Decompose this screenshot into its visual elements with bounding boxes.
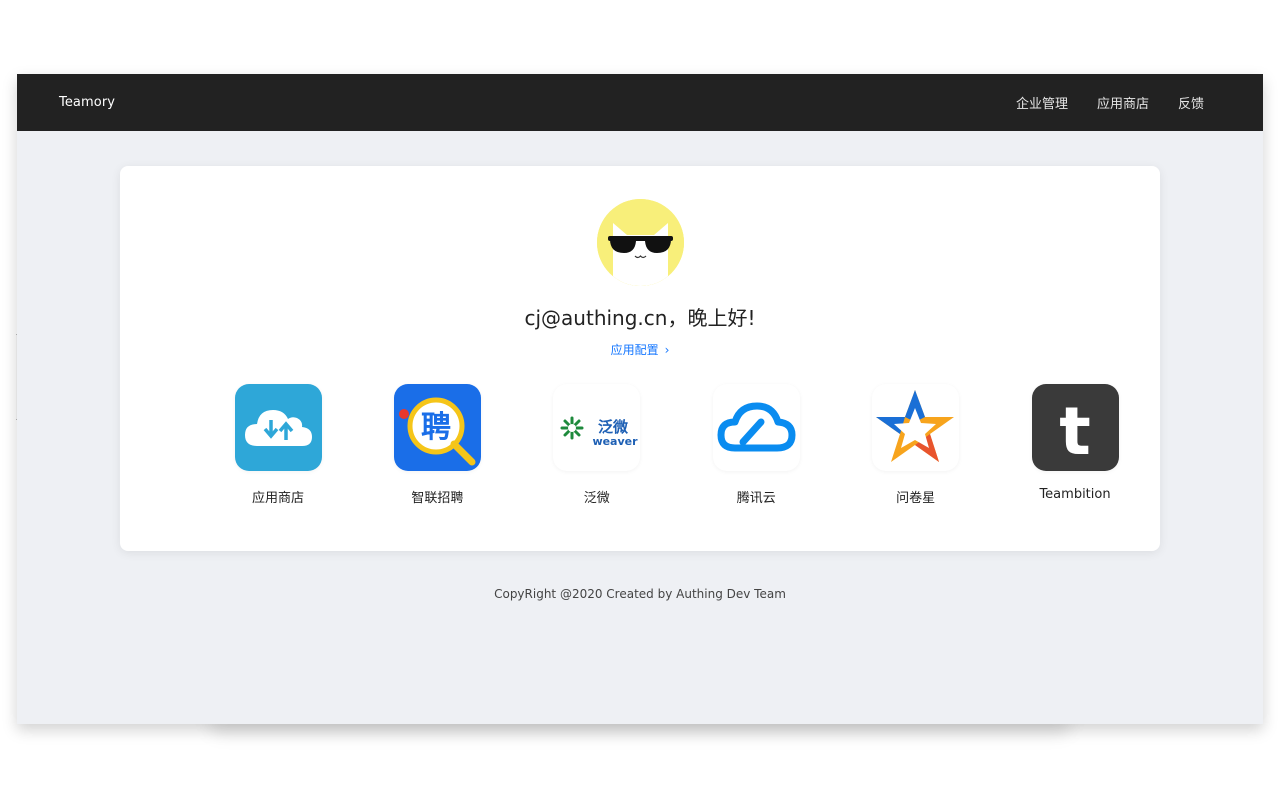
- svg-text:泛微: 泛微: [598, 418, 629, 436]
- app-label: Teambition: [1039, 487, 1111, 502]
- app-label: 智联招聘: [411, 491, 464, 506]
- zhaopin-icon: 聘: [393, 384, 481, 471]
- teambition-t-icon: t: [1031, 384, 1119, 471]
- tencent-cloud-icon: [712, 384, 800, 471]
- app-tile-wenjuanxing[interactable]: 问卷星: [836, 384, 996, 506]
- nav-feedback[interactable]: 反馈: [1178, 93, 1204, 112]
- sunglasses-cat-icon: [597, 199, 684, 286]
- cloud-upload-download-icon: [234, 384, 322, 471]
- avatar[interactable]: [597, 199, 684, 286]
- weaver-icon: 泛微 weaver: [553, 384, 641, 471]
- app-tile-zhaopin[interactable]: 聘 智联招聘: [357, 384, 517, 506]
- app-tile-tencent-cloud[interactable]: 腾讯云: [676, 384, 836, 506]
- svg-text:t: t: [1059, 393, 1091, 470]
- greeting-text: cj@authing.cn，晚上好!: [524, 306, 756, 330]
- app-label: 泛微: [583, 491, 610, 506]
- brand-logo[interactable]: Teamory: [59, 95, 115, 110]
- app-config-link[interactable]: 应用配置 ›: [120, 341, 1160, 358]
- browser-window: Teamory 企业管理 应用商店 反馈 cj@authing.cn，晚上好! …: [17, 74, 1263, 724]
- star-icon: [872, 384, 960, 471]
- nav-app-store[interactable]: 应用商店: [1097, 93, 1149, 112]
- svg-text:聘: 聘: [421, 410, 451, 445]
- app-label: 问卷星: [896, 491, 936, 506]
- app-tile-weaver[interactable]: 泛微 weaver 泛微: [517, 384, 677, 506]
- svg-text:weaver: weaver: [593, 435, 639, 448]
- nav-enterprise-management[interactable]: 企业管理: [1016, 93, 1068, 112]
- chevron-right-icon: ›: [664, 343, 670, 357]
- top-navbar: Teamory 企业管理 应用商店 反馈: [17, 74, 1263, 131]
- app-tile-app-store[interactable]: 应用商店: [198, 384, 358, 506]
- dashboard-card: cj@authing.cn，晚上好! 应用配置 › 应用商店 聘 智联招聘 泛微…: [120, 166, 1160, 551]
- app-tile-teambition[interactable]: t Teambition: [995, 384, 1155, 506]
- app-label: 应用商店: [251, 491, 304, 506]
- app-label: 腾讯云: [736, 491, 776, 506]
- footer-copyright: CopyRight @2020 Created by Authing Dev T…: [494, 587, 786, 601]
- top-nav: 企业管理 应用商店 反馈: [1016, 93, 1204, 112]
- app-grid: 应用商店 聘 智联招聘 泛微 weaver 泛微 腾讯云 问卷星 t Teamb…: [198, 384, 1154, 506]
- app-config-label: 应用配置: [610, 343, 659, 357]
